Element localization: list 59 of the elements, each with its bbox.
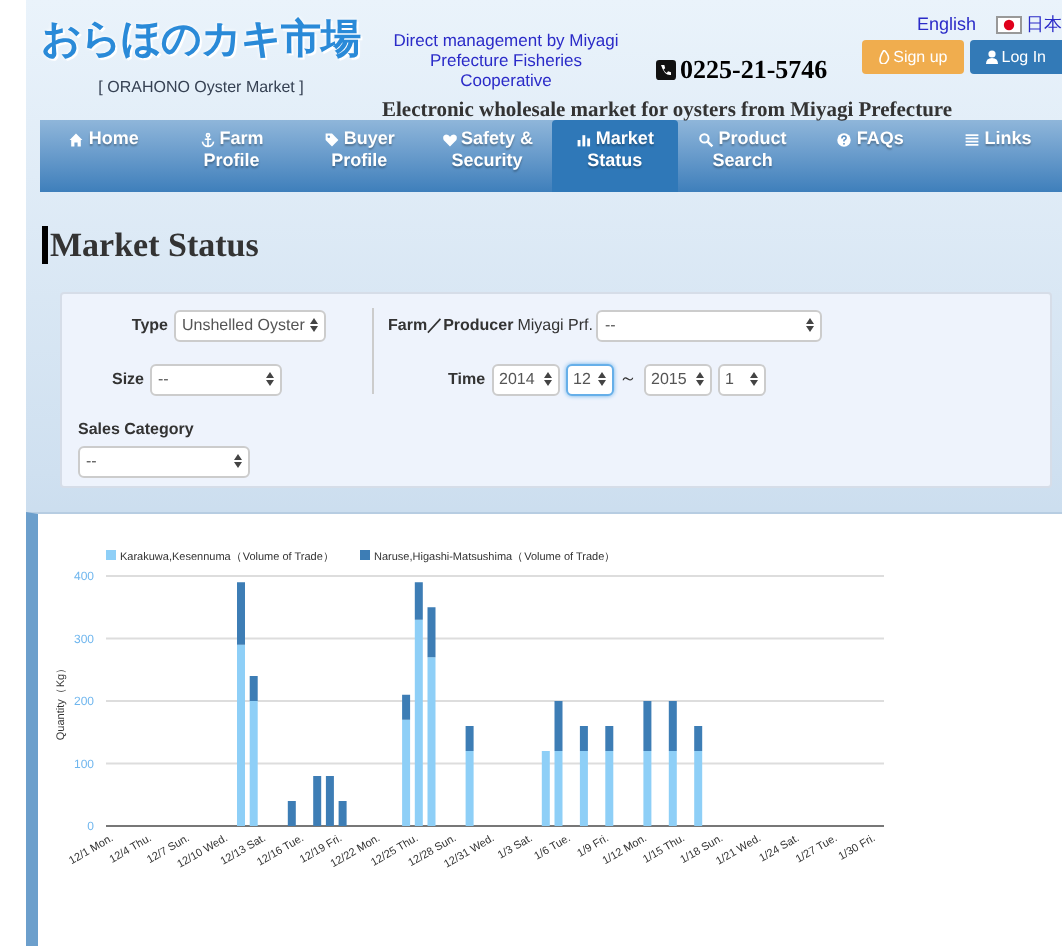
nav-tab[interactable]: Links: [934, 120, 1062, 192]
user-icon: [985, 50, 998, 64]
nav-tab[interactable]: Farm Profile: [167, 120, 296, 192]
divider: [372, 307, 374, 393]
stepper-icon: [806, 318, 815, 332]
stepper-icon: [234, 454, 242, 468]
title-bar: [42, 226, 48, 265]
logo[interactable]: おらほのカキ市場: [41, 12, 361, 68]
page-title: Market Status: [50, 224, 259, 268]
stepper-icon: [266, 372, 274, 386]
management-text: Direct management by Miyagi Prefecture Fisheries Cooperative: [391, 30, 621, 90]
select-field[interactable]: Unshelled Oyster: [174, 309, 326, 341]
phone-number: 0225-21-5746: [680, 52, 828, 89]
bar: [338, 800, 347, 825]
select-field[interactable]: 1: [717, 363, 766, 395]
bar: [313, 775, 322, 825]
field-label: Farm／Producer: [388, 313, 514, 337]
nav-tab[interactable]: Buyer Profile: [295, 120, 424, 192]
bar-chart-icon: [575, 131, 592, 147]
question-icon: [836, 131, 853, 147]
field-label: Time: [448, 367, 486, 391]
home-icon: [68, 131, 85, 147]
nav-tab[interactable]: Market Status: [551, 120, 679, 192]
nav-tab[interactable]: FAQs: [806, 120, 935, 192]
flag-icon: [996, 16, 1022, 35]
select-field[interactable]: --: [596, 309, 823, 341]
prefecture-text: Miyagi Prf.: [517, 313, 593, 337]
stepper-icon: [597, 372, 606, 386]
list-icon: [964, 131, 981, 147]
nav-tab[interactable]: Home: [40, 120, 168, 192]
stepper-icon: [695, 372, 704, 386]
logo-subtitle: [ ORAHONO Oyster Market ]: [98, 76, 304, 100]
tagline: Electronic wholesale market for oysters from Miyagi Prefecture: [382, 98, 953, 126]
select-field[interactable]: --: [78, 445, 250, 477]
select-field[interactable]: --: [150, 363, 282, 395]
flame-icon: [877, 50, 890, 64]
stepper-icon: [749, 372, 758, 386]
stepper-icon: [310, 318, 318, 332]
field-label: Size: [111, 367, 144, 391]
bar: [325, 775, 334, 825]
bar: [541, 750, 550, 825]
language-link[interactable]: 日本: [996, 12, 1062, 39]
range-separator: ～: [619, 365, 638, 392]
select-field[interactable]: 12: [565, 363, 614, 395]
heart-icon: [441, 131, 458, 147]
phone-icon: [656, 60, 676, 80]
select-field[interactable]: 2014: [491, 363, 560, 395]
field-label: Type: [131, 313, 168, 337]
stepper-icon: [543, 372, 552, 386]
nav-tab[interactable]: Safety & Security: [423, 120, 551, 192]
search-icon: [698, 131, 715, 147]
anchor-icon: [199, 131, 216, 147]
select-field[interactable]: 2015: [643, 363, 712, 395]
language-link[interactable]: English: [916, 12, 976, 39]
field-label: Sales Category: [78, 417, 196, 441]
login-button[interactable]: Log In: [969, 40, 1062, 74]
bar: [287, 800, 296, 825]
nav-tab[interactable]: Product Search: [678, 120, 807, 192]
tag-icon: [323, 131, 340, 147]
